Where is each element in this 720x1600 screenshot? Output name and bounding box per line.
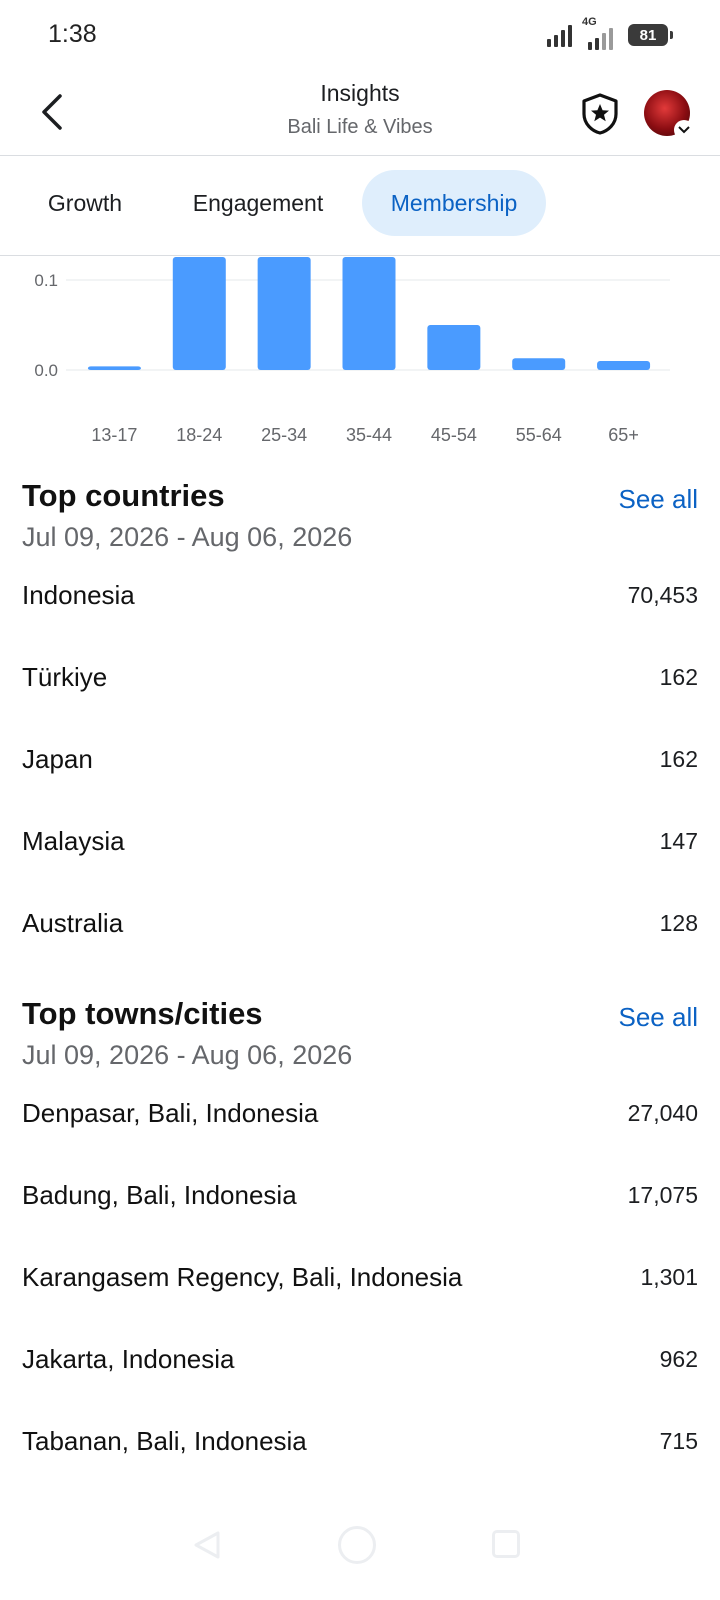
date-range: Jul 09, 2026 - Aug 06, 2026: [22, 1040, 353, 1070]
shield-button[interactable]: [578, 90, 622, 138]
mobile-data-icon: 4G: [580, 16, 620, 50]
battery-icon: 81: [628, 24, 673, 46]
section-title: Top towns/cities: [22, 996, 263, 1031]
city-value: 962: [659, 1346, 698, 1372]
status-time: 1:38: [48, 20, 97, 48]
status-icons: 4G 81: [547, 16, 673, 50]
section-title: Top countries: [22, 478, 225, 513]
top-cities-header: Top towns/cities See all Jul 09, 2026 - …: [22, 996, 698, 1076]
tab-membership[interactable]: Membership: [362, 170, 546, 236]
y-tick-label: 0.1: [34, 271, 58, 290]
chart-svg: 0.0 0.1 13-17 18-24 25-34 35-44 45-54 55-64 65+: [34, 257, 670, 445]
see-all-countries-link[interactable]: See all: [619, 484, 699, 515]
signal-icon: [547, 23, 572, 47]
see-all-cities-link[interactable]: See all: [619, 1002, 699, 1033]
city-name: Jakarta, Indonesia: [22, 1344, 235, 1374]
date-range: Jul 09, 2026 - Aug 06, 2026: [22, 522, 353, 552]
chart-bar: [257, 257, 311, 370]
nav-home-icon[interactable]: [338, 1526, 376, 1564]
x-tick-label: 45-54: [431, 425, 477, 445]
shield-star-icon: [582, 93, 618, 135]
list-item: Japan 162: [22, 744, 698, 788]
city-name: Badung, Bali, Indonesia: [22, 1180, 297, 1210]
chart-bar: [597, 361, 651, 370]
city-value: 1,301: [640, 1264, 698, 1290]
chevron-down-icon: [674, 120, 694, 140]
x-tick-label: 35-44: [346, 425, 392, 445]
list-item: Karangasem Regency, Bali, Indonesia 1,30…: [22, 1262, 698, 1306]
city-value: 27,040: [627, 1100, 698, 1126]
list-item: Malaysia 147: [22, 826, 698, 870]
country-name: Japan: [22, 744, 93, 774]
signal-icon-secondary: [588, 26, 613, 50]
x-tick-label: 13-17: [91, 425, 137, 445]
x-tick-label: 25-34: [261, 425, 307, 445]
country-name: Indonesia: [22, 580, 135, 610]
app-header: Insights Bali Life & Vibes: [0, 70, 720, 156]
country-name: Australia: [22, 908, 124, 938]
country-value: 162: [659, 664, 698, 690]
country-value: 147: [659, 828, 698, 854]
country-value: 70,453: [627, 582, 698, 608]
x-tick-label: 55-64: [516, 425, 562, 445]
city-value: 715: [659, 1428, 698, 1454]
nav-recent-apps-icon[interactable]: [492, 1530, 520, 1558]
country-value: 128: [659, 910, 698, 936]
x-tick-label: 65+: [608, 425, 639, 445]
battery-level: 81: [639, 26, 657, 44]
list-item: Australia 128: [22, 908, 698, 952]
avatar[interactable]: [644, 90, 694, 140]
chart-bar: [512, 358, 566, 370]
country-name: Malaysia: [22, 826, 125, 856]
city-value: 17,075: [627, 1182, 698, 1208]
country-name: Türkiye: [22, 662, 108, 692]
list-item: Denpasar, Bali, Indonesia 27,040: [22, 1098, 698, 1142]
tab-growth[interactable]: Growth: [22, 170, 148, 236]
x-tick-label: 18-24: [176, 425, 222, 445]
list-item: Badung, Bali, Indonesia 17,075: [22, 1180, 698, 1224]
city-name: Tabanan, Bali, Indonesia: [22, 1426, 307, 1456]
chart-bar: [172, 257, 226, 370]
list-item: Jakarta, Indonesia 962: [22, 1344, 698, 1388]
country-value: 162: [659, 746, 698, 772]
list-item: Türkiye 162: [22, 662, 698, 706]
chart-bar: [87, 366, 141, 370]
chart-bar: [427, 325, 481, 370]
tab-engagement[interactable]: Engagement: [160, 170, 356, 236]
top-countries-header: Top countries See all Jul 09, 2026 - Aug…: [22, 478, 698, 558]
status-bar: 1:38 4G 81: [0, 0, 720, 70]
list-item: Tabanan, Bali, Indonesia 715: [22, 1426, 698, 1470]
age-bar-chart: 0.0 0.1 13-17 18-24 25-34 35-44 45-54 55-64 65+: [0, 257, 720, 467]
chart-bar: [342, 257, 396, 370]
city-name: Denpasar, Bali, Indonesia: [22, 1098, 319, 1128]
city-name: Karangasem Regency, Bali, Indonesia: [22, 1262, 463, 1292]
list-item: Indonesia 70,453: [22, 580, 698, 624]
system-nav-bar: [0, 1510, 720, 1600]
nav-back-icon[interactable]: [192, 1530, 222, 1560]
y-tick-label: 0.0: [34, 361, 58, 380]
insights-tabs: Growth Engagement Membership: [0, 156, 720, 256]
